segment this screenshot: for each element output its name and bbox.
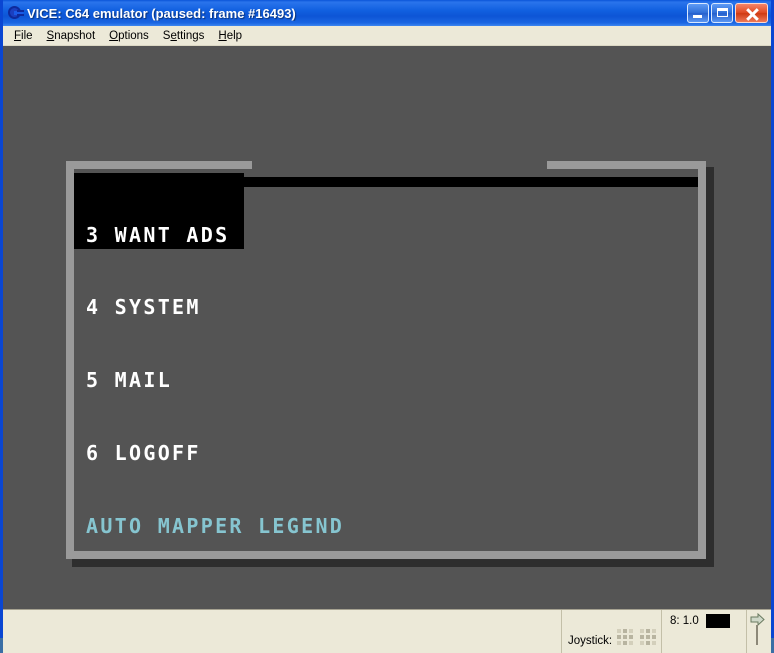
joystick-port2-icon[interactable] (640, 629, 657, 645)
status-pane-joystick[interactable]: Joystick: (562, 610, 662, 653)
c64-screen: 3 WANT ADS 4 SYSTEM 5 MAIL 6 LOGOFF AUTO… (74, 169, 698, 551)
menu-settings[interactable]: Settings (156, 28, 212, 44)
menu-help[interactable]: Help (211, 28, 249, 44)
close-button[interactable] (735, 3, 768, 23)
c64-screen-frame: 3 WANT ADS 4 SYSTEM 5 MAIL 6 LOGOFF AUTO… (66, 159, 714, 567)
minimize-icon (693, 15, 702, 18)
maximize-button[interactable] (711, 3, 733, 23)
joystick-label: Joystick: (568, 635, 613, 647)
terminal-line: 4 SYSTEM (86, 295, 201, 320)
joystick-port1-icon[interactable] (617, 629, 634, 645)
terminal-line: 6 LOGOFF (86, 441, 201, 466)
emulator-display[interactable]: COMPUTER TERMINAL 3 WANT ADS 4 SYSTEM 5 … (3, 46, 771, 609)
status-pane-grip (747, 610, 771, 653)
terminal-text: 3 WANT ADS 4 SYSTEM 5 MAIL 6 LOGOFF AUTO… (86, 174, 631, 551)
terminal-line: 3 WANT ADS (86, 222, 230, 247)
commodore-logo-icon (6, 4, 24, 22)
statusbar: Joystick: 8: 1.0 (3, 609, 771, 653)
maximize-icon (717, 8, 728, 17)
menubar: File Snapshot Options Settings Help (3, 26, 771, 46)
menu-options[interactable]: Options (102, 28, 156, 44)
status-pane-drive[interactable]: 8: 1.0 (662, 610, 747, 653)
status-pane-message (3, 610, 562, 653)
drive-status-label: 8: 1.0 (670, 615, 699, 627)
terminal-line: AUTO MAPPER LEGEND (86, 514, 345, 539)
menu-file[interactable]: File (7, 28, 40, 44)
window-controls (687, 3, 771, 23)
window-title: VICE: C64 emulator (paused: frame #16493… (27, 5, 296, 21)
resize-grip-icon[interactable] (747, 610, 771, 653)
vice-emulator-window: VICE: C64 emulator (paused: frame #16493… (0, 0, 774, 653)
minimize-button[interactable] (687, 3, 709, 23)
titlebar: VICE: C64 emulator (paused: frame #16493… (3, 0, 771, 26)
drive-led-indicator (705, 614, 730, 628)
terminal-line: 5 MAIL (86, 368, 173, 393)
menu-snapshot[interactable]: Snapshot (40, 28, 103, 44)
